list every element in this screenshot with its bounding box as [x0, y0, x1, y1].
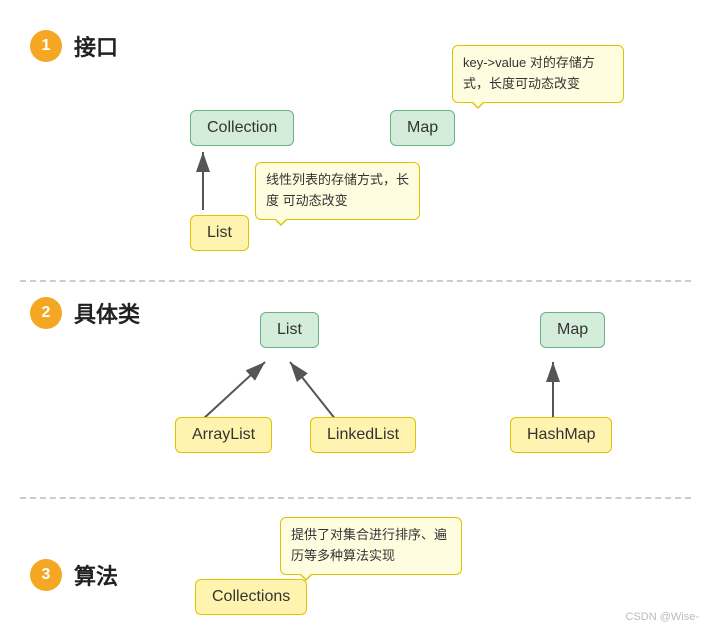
- watermark: CSDN @Wise-: [626, 611, 700, 623]
- map-callout: key->value 对的存储方 式，长度可动态改变: [452, 45, 624, 103]
- collections-box: Collections: [195, 579, 307, 615]
- hashmap-box: HashMap: [510, 417, 612, 453]
- section-1: 1 接口 Collection List Map 线性列表的存储方式，长度 可动…: [20, 10, 691, 280]
- section-3-title: 算法: [74, 559, 118, 591]
- section-3-label: 3 算法: [30, 559, 118, 591]
- list-box-2: List: [260, 312, 319, 348]
- section-2: 2 具体类 List ArrayList LinkedList Map Hash…: [20, 282, 691, 497]
- linkedlist-box: LinkedList: [310, 417, 416, 453]
- arraylist-box: ArrayList: [175, 417, 272, 453]
- list-box-1: List: [190, 215, 249, 251]
- section-2-label: 2 具体类: [30, 297, 140, 329]
- section-3: 3 算法 Collections 提供了对集合进行排序、遍 历等多种算法实现: [20, 499, 691, 634]
- map-box-2: Map: [540, 312, 605, 348]
- section-2-title: 具体类: [74, 297, 140, 329]
- badge-1: 1: [30, 30, 62, 62]
- map-box-1: Map: [390, 110, 455, 146]
- badge-2: 2: [30, 297, 62, 329]
- collection-box: Collection: [190, 110, 294, 146]
- section-1-label: 1 接口: [30, 30, 118, 62]
- badge-3: 3: [30, 559, 62, 591]
- collections-callout: 提供了对集合进行排序、遍 历等多种算法实现: [280, 517, 462, 575]
- list-callout: 线性列表的存储方式，长度 可动态改变: [255, 162, 420, 220]
- main-container: 1 接口 Collection List Map 线性列表的存储方式，长度 可动…: [0, 0, 711, 631]
- section-1-title: 接口: [74, 30, 118, 62]
